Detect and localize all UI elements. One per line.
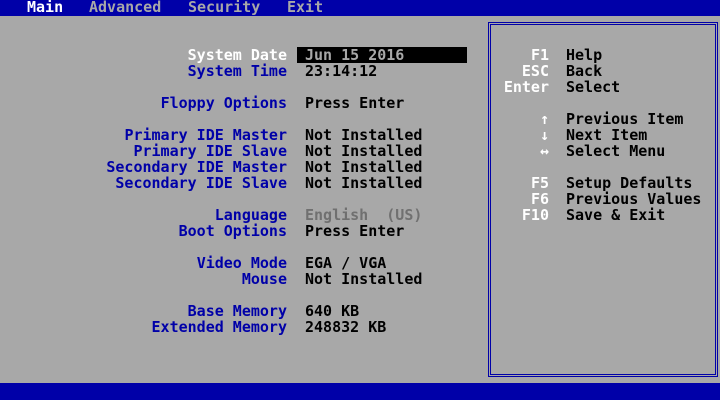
help-description: Select (566, 78, 621, 96)
help-description: Select Menu (566, 142, 666, 160)
help-description: Next Item (566, 126, 648, 144)
help-key: ↔ (539, 142, 549, 160)
primary-ide-master-value[interactable]: Not Installed (305, 127, 422, 143)
menu-security[interactable]: Security (188, 0, 260, 15)
help-key: F5 (530, 174, 549, 192)
help-key: ↑ (539, 110, 549, 128)
help-key: F10 (521, 206, 549, 224)
secondary-ide-master-value[interactable]: Not Installed (305, 159, 422, 175)
help-key: F1 (530, 46, 549, 64)
help-description: Help (566, 46, 603, 64)
help-description: Previous Values (566, 190, 702, 208)
menu-advanced[interactable]: Advanced (89, 0, 161, 15)
help-key: ↓ (539, 126, 549, 144)
boot-options-label: Boot Options (178, 222, 287, 240)
boot-options-value[interactable]: Press Enter (305, 223, 404, 239)
secondary-ide-slave-value[interactable]: Not Installed (305, 175, 422, 191)
menu-exit[interactable]: Exit (287, 0, 323, 15)
video-mode-label: Video Mode (196, 254, 287, 272)
status-bar (0, 383, 720, 400)
menu-bar: Main Advanced Security Exit (0, 0, 720, 16)
primary-ide-master-label: Primary IDE Master (124, 126, 287, 144)
floppy-options-label: Floppy Options (160, 94, 287, 112)
help-key: ESC (521, 62, 549, 80)
secondary-ide-slave-label: Secondary IDE Slave (115, 174, 287, 192)
help-description: Back (566, 62, 603, 80)
help-description: Save & Exit (566, 206, 666, 224)
extended-memory-label: Extended Memory (151, 318, 287, 336)
system-time-value[interactable]: 23:14:12 (305, 63, 377, 79)
video-mode-value[interactable]: EGA / VGA (305, 255, 386, 271)
help-key: Enter (503, 78, 549, 96)
menu-main[interactable]: Main (27, 0, 63, 15)
mouse-label: Mouse (241, 270, 287, 288)
help-description: Setup Defaults (566, 174, 693, 192)
mouse-value[interactable]: Not Installed (305, 271, 422, 287)
base-memory-label: Base Memory (187, 302, 287, 320)
base-memory-value[interactable]: 640 KB (305, 303, 359, 319)
primary-ide-slave-label: Primary IDE Slave (133, 142, 287, 160)
secondary-ide-master-label: Secondary IDE Master (106, 158, 287, 176)
primary-ide-slave-value[interactable]: Not Installed (305, 143, 422, 159)
system-time-label: System Time (187, 62, 287, 80)
language-value: English (US) (305, 206, 423, 224)
extended-memory-value[interactable]: 248832 KB (305, 319, 386, 335)
system-date-value[interactable]: Jun 15 2016 (305, 47, 404, 63)
system-date-label: System Date (187, 46, 287, 64)
help-description: Previous Item (566, 110, 684, 128)
floppy-options-value[interactable]: Press Enter (305, 95, 404, 111)
language-label: Language (214, 206, 287, 224)
help-key: F6 (530, 190, 549, 208)
